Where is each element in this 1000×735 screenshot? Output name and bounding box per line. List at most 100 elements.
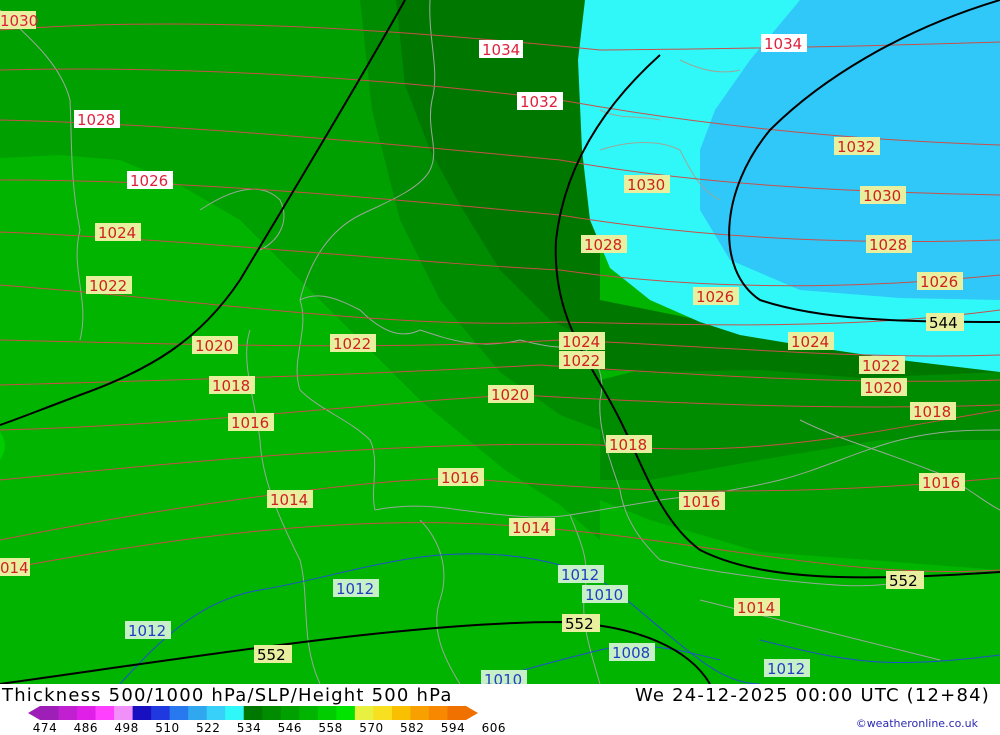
height-label: 552 [254,645,292,664]
svg-text:1014: 1014 [512,519,550,537]
slp-label: 1014 [734,598,780,617]
svg-text:1026: 1026 [920,273,958,291]
map-footer: Thickness 500/1000 hPa/SLP/Height 500 hP… [0,684,1000,735]
svg-text:1024: 1024 [562,333,600,351]
slp-label: 1018 [606,435,652,454]
slp-label: 1014 [509,518,555,537]
slp-label: 1016 [919,473,965,492]
svg-text:1022: 1022 [562,352,600,370]
slp-label: 1030 [860,186,906,205]
svg-text:1010: 1010 [484,671,522,684]
legend-swatch [299,706,319,720]
height-label: 552 [562,614,600,633]
slp-label: 1022 [86,276,132,295]
slp-label: 1024 [788,332,834,351]
svg-text:1020: 1020 [195,337,233,355]
svg-text:1022: 1022 [333,335,371,353]
legend-swatch [169,706,189,720]
low-pressure-label: 1008 [609,643,655,662]
height-label: 552 [886,571,924,590]
svg-text:1018: 1018 [609,436,647,454]
legend-swatch [317,706,337,720]
svg-text:1012: 1012 [336,580,374,598]
svg-text:1020: 1020 [491,386,529,404]
svg-text:1016: 1016 [922,474,960,492]
low-pressure-label: 1010 [481,670,527,684]
svg-text:1010: 1010 [585,586,623,604]
slp-label: 1018 [209,376,255,395]
color-legend [28,706,478,720]
legend-swatch [243,706,263,720]
credit-text: ©weatheronline.co.uk [855,717,978,730]
slp-label: 1028 [581,235,627,254]
slp-label: 1020 [488,385,534,404]
slp-label: 1016 [228,413,274,432]
map-canvas: 1030 1034 1034 1032 1028 1032 1026 1030 … [0,0,1000,684]
legend-swatch [391,706,411,720]
svg-text:1034: 1034 [764,35,802,53]
slp-label: 1018 [910,402,956,421]
slp-label: 1026 [917,272,963,291]
svg-text:1028: 1028 [77,111,115,129]
svg-text:1014: 1014 [737,599,775,617]
map-title: Thickness 500/1000 hPa/SLP/Height 500 hP… [2,685,453,706]
legend-arrow-right [466,706,478,720]
svg-text:1028: 1028 [869,236,907,254]
slp-label: 1016 [679,492,725,511]
legend-swatch [95,706,115,720]
slp-label: 1022 [330,334,376,353]
svg-text:552: 552 [257,646,286,664]
low-pressure-label: 1010 [582,585,628,604]
svg-text:1012: 1012 [767,660,805,678]
height-label: 544 [926,313,964,332]
legend-swatch [262,706,282,720]
svg-text:1030: 1030 [627,176,665,194]
svg-text:1030: 1030 [0,12,38,30]
svg-text:1018: 1018 [212,377,250,395]
legend-swatch [77,706,97,720]
svg-text:1032: 1032 [520,93,558,111]
slp-label: 1022 [559,351,605,370]
low-pressure-label: 1012 [764,659,810,678]
legend-swatch [410,706,430,720]
legend-arrow-left [28,706,40,720]
legend-swatch [132,706,152,720]
valid-datetime: We 24-12-2025 00:00 UTC (12+84) [634,685,990,706]
svg-text:1022: 1022 [862,357,900,375]
legend-swatch [114,706,134,720]
legend-swatch [58,706,78,720]
legend-swatch [151,706,171,720]
svg-text:1024: 1024 [98,224,136,242]
slp-label: 1016 [438,468,484,487]
slp-label: 1024 [95,223,141,242]
legend-swatch [336,706,356,720]
slp-label: 1032 [834,137,880,156]
svg-text:1032: 1032 [837,138,875,156]
weather-map: 1030 1034 1034 1032 1028 1032 1026 1030 … [0,0,1000,684]
slp-label: 1030 [624,175,670,194]
legend-swatch [188,706,208,720]
svg-text:552: 552 [565,615,594,633]
slp-label: 1026 [693,287,739,306]
legend-swatch [447,706,467,720]
legend-swatch [428,706,448,720]
svg-text:544: 544 [929,314,958,332]
svg-text:1022: 1022 [89,277,127,295]
legend-swatch [225,706,245,720]
legend-swatch [373,706,393,720]
svg-text:1012: 1012 [561,566,599,584]
svg-text:1034: 1034 [482,41,520,59]
slp-label: 1014 [267,490,313,509]
legend-bar [28,706,478,720]
svg-text:552: 552 [889,572,918,590]
svg-text:1030: 1030 [863,187,901,205]
svg-text:1026: 1026 [130,172,168,190]
svg-text:1014: 1014 [270,491,308,509]
slp-label: 1024 [559,332,605,351]
svg-text:1012: 1012 [128,622,166,640]
slp-label: 1020 [192,336,238,355]
legend-swatch [280,706,300,720]
low-pressure-label: 1012 [333,579,379,598]
slp-label: 014 [0,558,30,577]
slp-label: 1028 [74,110,120,129]
